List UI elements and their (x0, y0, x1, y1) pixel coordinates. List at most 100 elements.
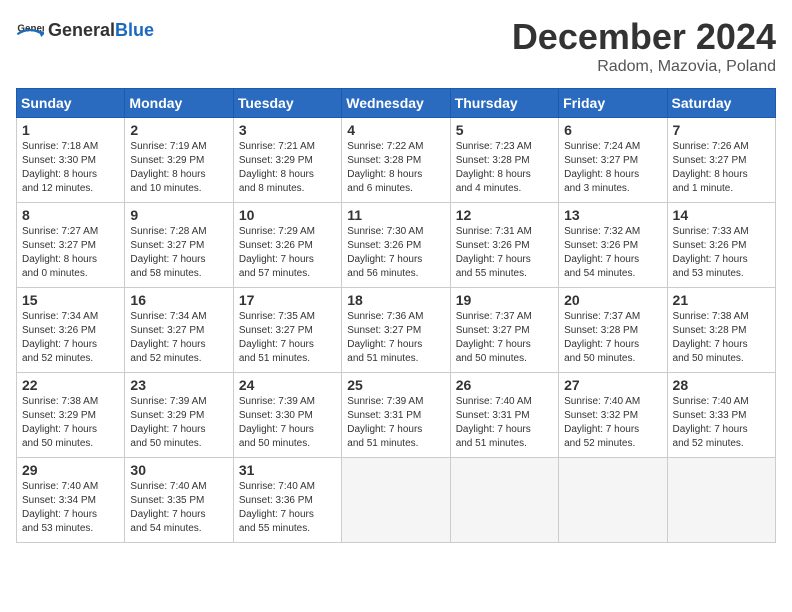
day-number: 9 (130, 207, 227, 223)
day-number: 19 (456, 292, 553, 308)
calendar-cell: 31 Sunrise: 7:40 AM Sunset: 3:36 PM Dayli… (233, 458, 341, 543)
calendar-cell: 26 Sunrise: 7:40 AM Sunset: 3:31 PM Dayli… (450, 373, 558, 458)
day-number: 10 (239, 207, 336, 223)
day-number: 26 (456, 377, 553, 393)
calendar-cell: 23 Sunrise: 7:39 AM Sunset: 3:29 PM Dayli… (125, 373, 233, 458)
calendar-cell (667, 458, 775, 543)
day-number: 25 (347, 377, 444, 393)
cell-content: Sunrise: 7:39 AM Sunset: 3:29 PM Dayligh… (130, 395, 227, 451)
cell-content: Sunrise: 7:29 AM Sunset: 3:26 PM Dayligh… (239, 225, 336, 281)
cell-content: Sunrise: 7:22 AM Sunset: 3:28 PM Dayligh… (347, 140, 444, 196)
calendar-cell: 8 Sunrise: 7:27 AM Sunset: 3:27 PM Daylig… (17, 203, 125, 288)
column-header-thursday: Thursday (450, 89, 558, 118)
cell-content: Sunrise: 7:35 AM Sunset: 3:27 PM Dayligh… (239, 310, 336, 366)
day-number: 21 (673, 292, 770, 308)
day-number: 1 (22, 122, 119, 138)
day-number: 28 (673, 377, 770, 393)
cell-content: Sunrise: 7:38 AM Sunset: 3:29 PM Dayligh… (22, 395, 119, 451)
logo-blue-text: Blue (115, 20, 154, 41)
calendar-cell: 9Sunrise: 7:28 AM Sunset: 3:27 PM Daylig… (125, 203, 233, 288)
calendar-cell (559, 458, 667, 543)
cell-content: Sunrise: 7:39 AM Sunset: 3:30 PM Dayligh… (239, 395, 336, 451)
cell-content: Sunrise: 7:40 AM Sunset: 3:35 PM Dayligh… (130, 480, 227, 536)
calendar-cell: 27Sunrise: 7:40 AM Sunset: 3:32 PM Dayli… (559, 373, 667, 458)
day-number: 22 (22, 377, 119, 393)
calendar-cell: 20Sunrise: 7:37 AM Sunset: 3:28 PM Dayli… (559, 288, 667, 373)
column-header-sunday: Sunday (17, 89, 125, 118)
day-number: 5 (456, 122, 553, 138)
cell-content: Sunrise: 7:40 AM Sunset: 3:31 PM Dayligh… (456, 395, 553, 451)
day-number: 14 (673, 207, 770, 223)
cell-content: Sunrise: 7:36 AM Sunset: 3:27 PM Dayligh… (347, 310, 444, 366)
cell-content: Sunrise: 7:18 AM Sunset: 3:30 PM Dayligh… (22, 140, 119, 196)
calendar-cell: 14 Sunrise: 7:33 AM Sunset: 3:26 PM Dayli… (667, 203, 775, 288)
column-header-friday: Friday (559, 89, 667, 118)
calendar-cell: 25 Sunrise: 7:39 AM Sunset: 3:31 PM Dayli… (342, 373, 450, 458)
cell-content: Sunrise: 7:37 AM Sunset: 3:28 PM Dayligh… (564, 310, 661, 366)
day-number: 27 (564, 377, 661, 393)
day-number: 8 (22, 207, 119, 223)
day-number: 15 (22, 292, 119, 308)
cell-content: Sunrise: 7:37 AM Sunset: 3:27 PM Dayligh… (456, 310, 553, 366)
calendar-cell: 7 Sunrise: 7:26 AM Sunset: 3:27 PM Daylig… (667, 118, 775, 203)
logo-icon: General (16, 16, 44, 44)
cell-content: Sunrise: 7:32 AM Sunset: 3:26 PM Dayligh… (564, 225, 661, 281)
day-number: 31 (239, 462, 336, 478)
calendar-cell: 30 Sunrise: 7:40 AM Sunset: 3:35 PM Dayli… (125, 458, 233, 543)
cell-content: Sunrise: 7:40 AM Sunset: 3:36 PM Dayligh… (239, 480, 336, 536)
day-number: 17 (239, 292, 336, 308)
calendar-week-5: 29Sunrise: 7:40 AM Sunset: 3:34 PM Dayli… (17, 458, 776, 543)
day-number: 11 (347, 207, 444, 223)
calendar-cell: 11 Sunrise: 7:30 AM Sunset: 3:26 PM Dayli… (342, 203, 450, 288)
header: General GeneralBlue December 2024 Radom,… (16, 16, 776, 76)
calendar-cell: 5 Sunrise: 7:23 AM Sunset: 3:28 PM Daylig… (450, 118, 558, 203)
column-header-saturday: Saturday (667, 89, 775, 118)
calendar-cell: 13Sunrise: 7:32 AM Sunset: 3:26 PM Dayli… (559, 203, 667, 288)
calendar-week-1: 1 Sunrise: 7:18 AM Sunset: 3:30 PM Daylig… (17, 118, 776, 203)
column-header-tuesday: Tuesday (233, 89, 341, 118)
calendar-cell: 16 Sunrise: 7:34 AM Sunset: 3:27 PM Dayli… (125, 288, 233, 373)
calendar-cell: 1 Sunrise: 7:18 AM Sunset: 3:30 PM Daylig… (17, 118, 125, 203)
calendar-cell: 17 Sunrise: 7:35 AM Sunset: 3:27 PM Dayli… (233, 288, 341, 373)
day-number: 4 (347, 122, 444, 138)
cell-content: Sunrise: 7:26 AM Sunset: 3:27 PM Dayligh… (673, 140, 770, 196)
cell-content: Sunrise: 7:27 AM Sunset: 3:27 PM Dayligh… (22, 225, 119, 281)
day-number: 29 (22, 462, 119, 478)
day-number: 2 (130, 122, 227, 138)
title-area: December 2024 Radom, Mazovia, Poland (512, 16, 776, 76)
calendar-cell: 2Sunrise: 7:19 AM Sunset: 3:29 PM Daylig… (125, 118, 233, 203)
cell-content: Sunrise: 7:30 AM Sunset: 3:26 PM Dayligh… (347, 225, 444, 281)
day-number: 12 (456, 207, 553, 223)
calendar-cell: 28Sunrise: 7:40 AM Sunset: 3:33 PM Dayli… (667, 373, 775, 458)
column-header-wednesday: Wednesday (342, 89, 450, 118)
cell-content: Sunrise: 7:39 AM Sunset: 3:31 PM Dayligh… (347, 395, 444, 451)
day-number: 18 (347, 292, 444, 308)
calendar-cell (342, 458, 450, 543)
day-number: 30 (130, 462, 227, 478)
cell-content: Sunrise: 7:24 AM Sunset: 3:27 PM Dayligh… (564, 140, 661, 196)
cell-content: Sunrise: 7:34 AM Sunset: 3:26 PM Dayligh… (22, 310, 119, 366)
calendar-cell: 6 Sunrise: 7:24 AM Sunset: 3:27 PM Daylig… (559, 118, 667, 203)
logo: General GeneralBlue (16, 16, 154, 44)
day-number: 6 (564, 122, 661, 138)
cell-content: Sunrise: 7:21 AM Sunset: 3:29 PM Dayligh… (239, 140, 336, 196)
calendar-week-3: 15 Sunrise: 7:34 AM Sunset: 3:26 PM Dayli… (17, 288, 776, 373)
cell-content: Sunrise: 7:34 AM Sunset: 3:27 PM Dayligh… (130, 310, 227, 366)
day-number: 24 (239, 377, 336, 393)
calendar-cell: 24 Sunrise: 7:39 AM Sunset: 3:30 PM Dayli… (233, 373, 341, 458)
day-number: 7 (673, 122, 770, 138)
day-number: 23 (130, 377, 227, 393)
calendar-cell: 15 Sunrise: 7:34 AM Sunset: 3:26 PM Dayli… (17, 288, 125, 373)
calendar-cell: 19 Sunrise: 7:37 AM Sunset: 3:27 PM Dayli… (450, 288, 558, 373)
calendar-week-2: 8 Sunrise: 7:27 AM Sunset: 3:27 PM Daylig… (17, 203, 776, 288)
calendar-cell: 4 Sunrise: 7:22 AM Sunset: 3:28 PM Daylig… (342, 118, 450, 203)
logo-general-text: General (48, 20, 115, 41)
day-number: 16 (130, 292, 227, 308)
calendar-cell: 29Sunrise: 7:40 AM Sunset: 3:34 PM Dayli… (17, 458, 125, 543)
cell-content: Sunrise: 7:31 AM Sunset: 3:26 PM Dayligh… (456, 225, 553, 281)
calendar-header-row: SundayMondayTuesdayWednesdayThursdayFrid… (17, 89, 776, 118)
calendar-cell: 22 Sunrise: 7:38 AM Sunset: 3:29 PM Dayli… (17, 373, 125, 458)
cell-content: Sunrise: 7:23 AM Sunset: 3:28 PM Dayligh… (456, 140, 553, 196)
calendar-cell: 12 Sunrise: 7:31 AM Sunset: 3:26 PM Dayli… (450, 203, 558, 288)
cell-content: Sunrise: 7:33 AM Sunset: 3:26 PM Dayligh… (673, 225, 770, 281)
